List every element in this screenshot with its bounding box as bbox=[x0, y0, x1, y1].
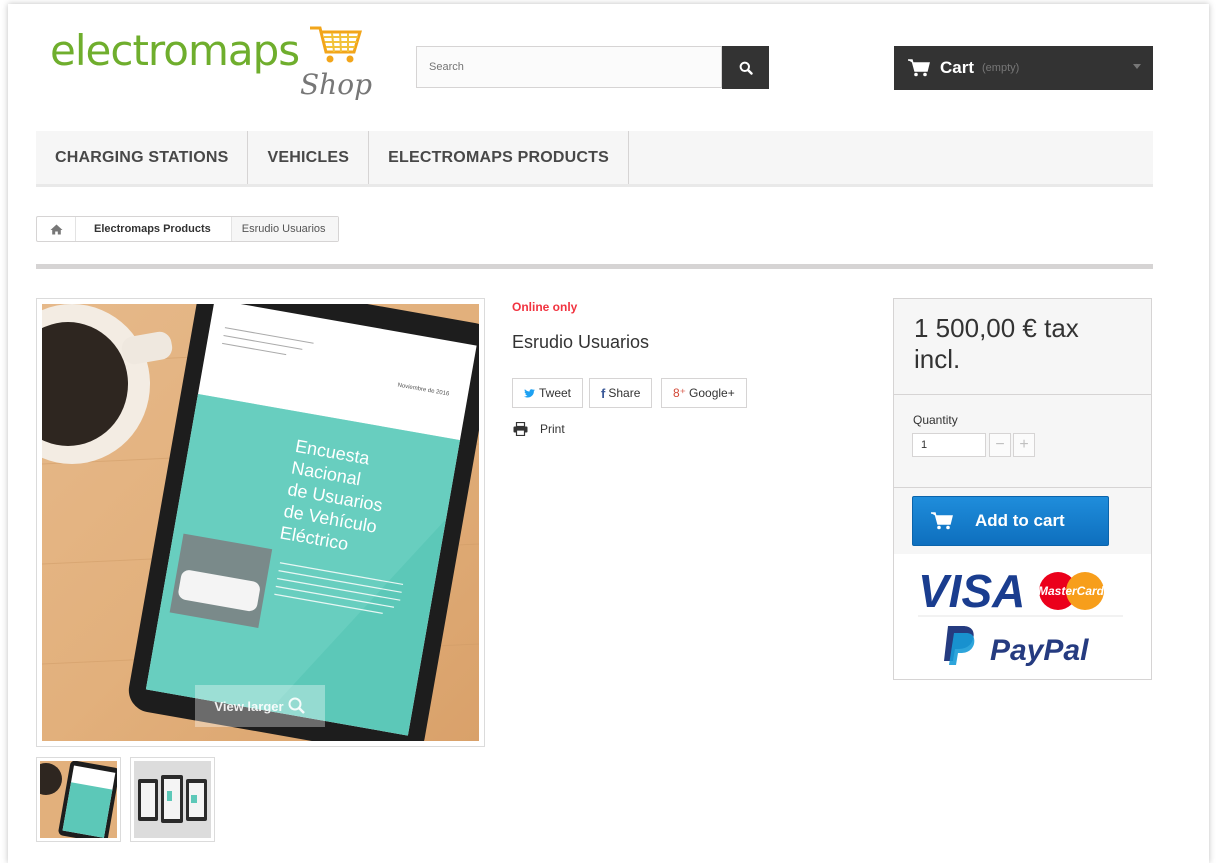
print-label: Print bbox=[540, 422, 565, 436]
google-plus-icon: 8⁺ bbox=[673, 386, 687, 400]
plus-icon: + bbox=[1019, 436, 1029, 453]
mastercard-logo: MasterCard bbox=[1038, 584, 1105, 598]
search-button[interactable] bbox=[722, 46, 769, 89]
thumbnail-image-1 bbox=[30, 760, 120, 843]
product-thumbnail-1[interactable] bbox=[30, 757, 121, 843]
product-title: Esrudio Usuarios bbox=[512, 332, 650, 352]
facebook-icon: f bbox=[601, 385, 606, 401]
chevron-down-icon bbox=[1133, 64, 1141, 69]
buy-box: 1 500,00 € tax incl. Quantity − + Add to… bbox=[893, 298, 1152, 680]
menu-item-vehicles[interactable]: VEHICLES bbox=[248, 131, 370, 184]
breadcrumb: Electromaps Products Esrudio Usuarios bbox=[36, 216, 339, 242]
cart-status: (empty) bbox=[982, 62, 1020, 74]
share-label: Share bbox=[608, 386, 641, 400]
quantity-input[interactable] bbox=[912, 433, 986, 457]
site-logo[interactable]: electromaps Shop bbox=[50, 24, 380, 108]
thumbnail-image-2 bbox=[134, 761, 211, 838]
logo-cart-icon bbox=[310, 26, 363, 63]
home-icon bbox=[50, 224, 62, 234]
section-divider bbox=[36, 264, 1153, 269]
product-main-image[interactable]: Encuesta Nacional de Usuarios de Vehícul… bbox=[36, 298, 485, 747]
cart-button[interactable]: Cart (empty) bbox=[894, 46, 1153, 90]
print-link[interactable]: Print bbox=[513, 422, 565, 436]
cart-icon bbox=[931, 512, 953, 530]
add-to-cart-label: Add to cart bbox=[975, 511, 1065, 530]
product-thumbnail-2[interactable] bbox=[130, 757, 215, 842]
search-field[interactable] bbox=[416, 46, 722, 88]
payment-methods-image: VISA MasterCard PayPal bbox=[918, 565, 1123, 667]
cart-icon bbox=[908, 59, 930, 77]
twitter-icon bbox=[524, 388, 535, 398]
quantity-decrease-button[interactable]: − bbox=[989, 433, 1011, 457]
price-section: 1 500,00 € tax incl. bbox=[894, 299, 1151, 395]
logo-wordmark: electromaps bbox=[50, 26, 300, 75]
product-price: 1 500,00 € tax incl. bbox=[914, 313, 1079, 374]
view-larger-button[interactable]: View larger bbox=[195, 685, 325, 727]
view-larger-label: View larger bbox=[214, 698, 284, 714]
quantity-increase-button[interactable]: + bbox=[1013, 433, 1035, 457]
minus-icon: − bbox=[995, 436, 1005, 453]
quantity-label: Quantity bbox=[913, 413, 958, 427]
google-plus-label: Google+ bbox=[689, 386, 735, 400]
paypal-logo: PayPal bbox=[990, 634, 1089, 667]
main-menu: CHARGING STATIONS VEHICLES ELECTROMAPS P… bbox=[36, 131, 1153, 187]
product-photo: Encuesta Nacional de Usuarios de Vehícul… bbox=[42, 304, 479, 741]
menu-item-electromaps-products[interactable]: ELECTROMAPS PRODUCTS bbox=[369, 131, 630, 184]
search-icon bbox=[739, 61, 753, 75]
zoom-icon bbox=[288, 697, 305, 714]
quantity-section: Quantity − + bbox=[894, 395, 1151, 488]
printer-icon bbox=[513, 422, 528, 436]
search-input[interactable] bbox=[417, 47, 721, 87]
add-to-cart-section: Add to cart bbox=[894, 488, 1151, 554]
tweet-label: Tweet bbox=[539, 386, 572, 400]
breadcrumb-home[interactable] bbox=[37, 217, 76, 241]
cart-label: Cart bbox=[940, 58, 975, 77]
menu-item-charging-stations[interactable]: CHARGING STATIONS bbox=[36, 131, 249, 184]
payment-logos: VISA MasterCard PayPal bbox=[918, 561, 1128, 676]
paypal-icon bbox=[944, 626, 975, 665]
breadcrumb-category[interactable]: Electromaps Products bbox=[76, 217, 232, 241]
visa-logo: VISA bbox=[918, 565, 1025, 617]
google-plus-button[interactable]: 8⁺ Google+ bbox=[661, 378, 747, 408]
facebook-share-button[interactable]: f Share bbox=[589, 378, 653, 408]
breadcrumb-current: Esrudio Usuarios bbox=[231, 217, 338, 241]
online-only-badge: Online only bbox=[512, 300, 578, 314]
tweet-button[interactable]: Tweet bbox=[512, 378, 584, 408]
logo-shop-text: Shop bbox=[300, 68, 372, 101]
add-to-cart-button[interactable]: Add to cart bbox=[912, 496, 1109, 546]
